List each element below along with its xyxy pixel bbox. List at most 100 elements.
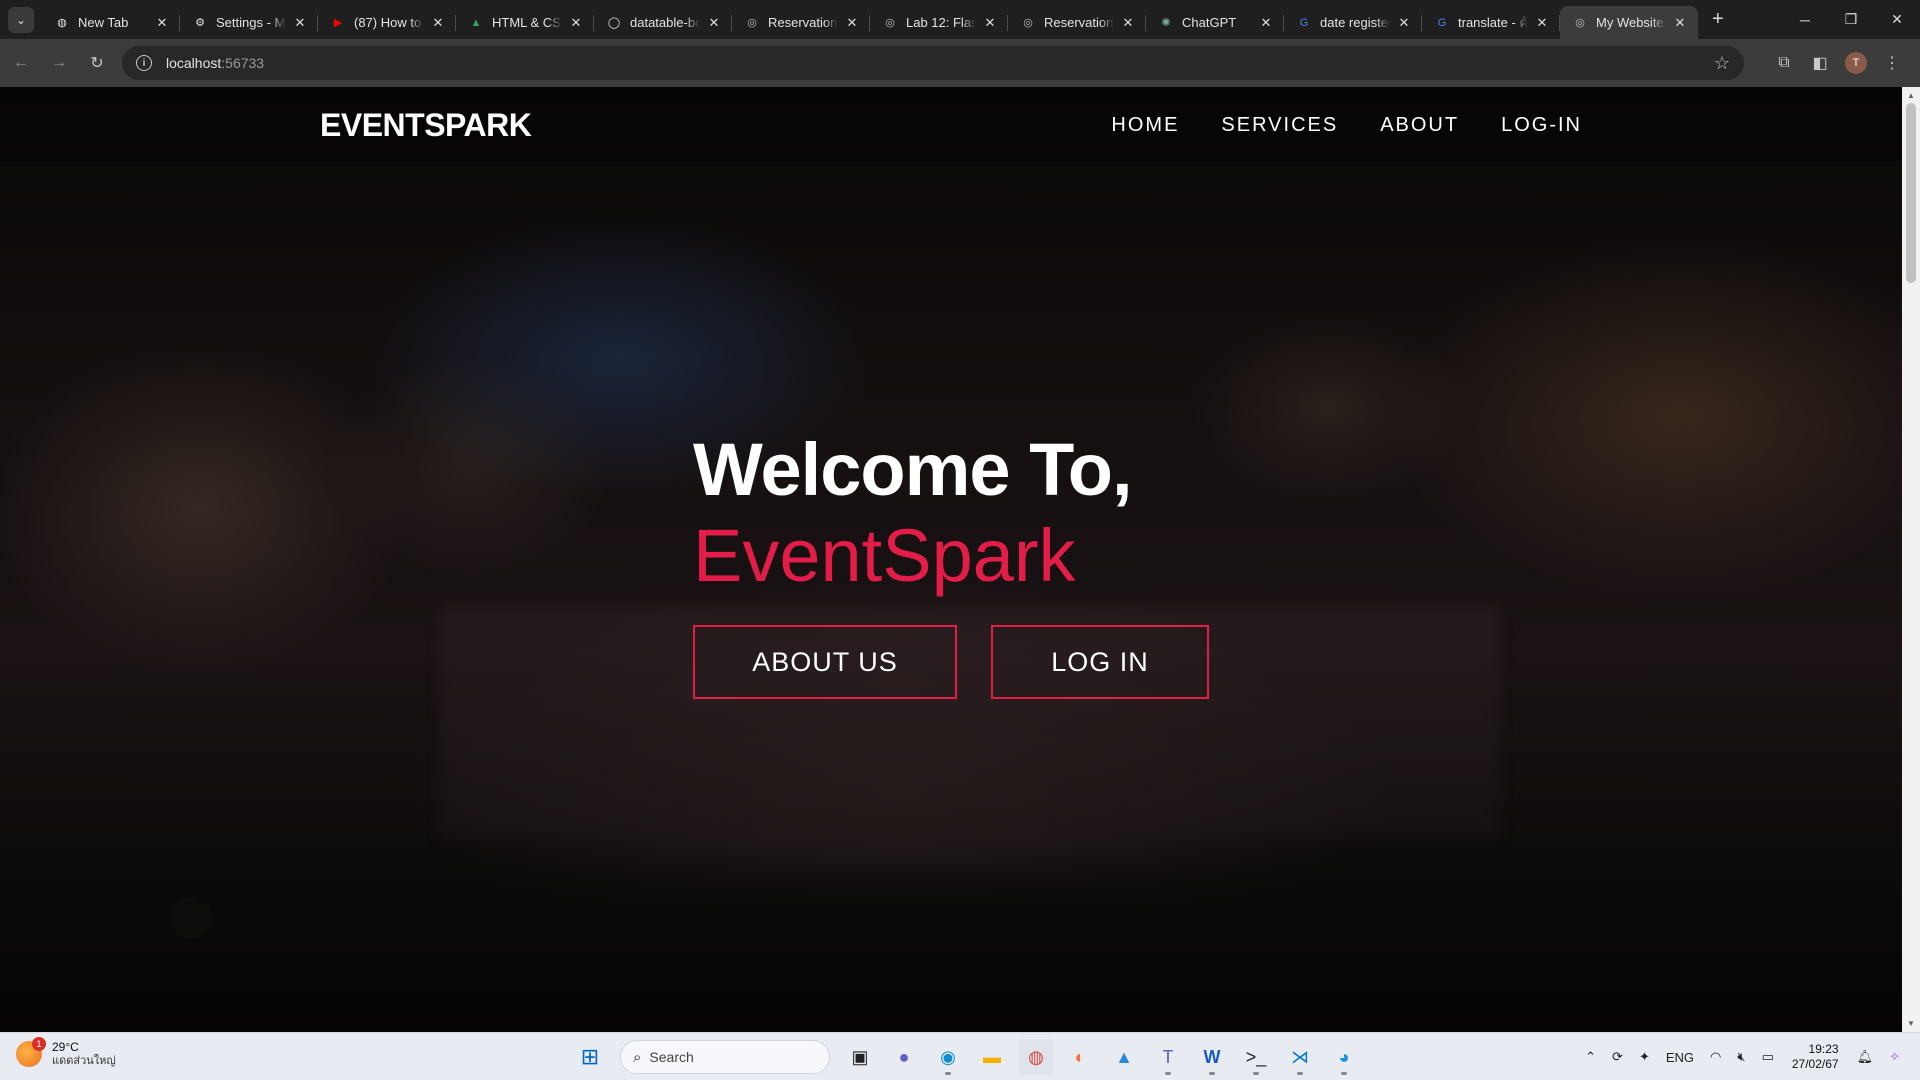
new-tab-button[interactable]: + <box>1712 8 1724 31</box>
about-us-button[interactable]: ABOUT US <box>693 625 957 699</box>
clock-time: 19:23 <box>1808 1042 1839 1056</box>
close-tab-icon[interactable]: ✕ <box>1396 15 1412 31</box>
browser-tab[interactable]: ⚙ Settings - Microsoft ✕ <box>180 6 318 39</box>
address-bar[interactable]: i localhost:56733 ☆ <box>122 46 1744 80</box>
close-tab-icon[interactable]: ✕ <box>1534 15 1550 31</box>
browser-tab[interactable]: ◎ Reservations ✕ <box>732 6 870 39</box>
globe-icon: ◎ <box>885 17 895 29</box>
word-icon[interactable]: W <box>1194 1039 1230 1075</box>
vscode-icon[interactable]: ⋊ <box>1282 1039 1318 1075</box>
photos-icon[interactable]: ▲ <box>1106 1039 1142 1075</box>
page-scrollbar[interactable]: ▲ ▼ <box>1902 87 1920 1032</box>
wifi-icon[interactable]: ◠ <box>1710 1049 1721 1065</box>
close-tab-icon[interactable]: ✕ <box>1258 15 1274 31</box>
back-button[interactable]: ← <box>4 46 38 80</box>
tab-search-menu-button[interactable]: ⌄ <box>8 6 34 33</box>
site-logo[interactable]: EVENTSPARK <box>320 107 532 144</box>
nav-services[interactable]: SERVICES <box>1221 114 1338 137</box>
url-text[interactable]: localhost:56733 <box>166 55 264 71</box>
teams-icon[interactable]: T <box>1150 1039 1186 1075</box>
close-tab-icon[interactable]: ✕ <box>982 15 998 31</box>
app-tray-icon[interactable]: ✦ <box>1639 1049 1650 1065</box>
edge-icon[interactable]: ◉ <box>930 1039 966 1075</box>
close-tab-icon[interactable]: ✕ <box>706 15 722 31</box>
docker-icon[interactable]: ◕ <box>1326 1039 1362 1075</box>
reload-button[interactable]: ↻ <box>80 46 114 80</box>
browser-tab[interactable]: ◎ Lab 12: Flask ✕ <box>870 6 1008 39</box>
tab-title: Settings - Microsoft <box>216 15 286 30</box>
browser-tab[interactable]: Gdate register ✕ <box>1284 6 1422 39</box>
terminal-icon[interactable]: >_ <box>1238 1039 1274 1075</box>
chrome-icon: ◍ <box>57 17 67 29</box>
close-tab-icon[interactable]: ✕ <box>430 15 446 31</box>
browser-tab[interactable]: Gtranslate - ค้นหา ✕ <box>1422 6 1560 39</box>
scroll-down-arrow-icon[interactable]: ▼ <box>1907 1019 1915 1028</box>
hero-buttons: ABOUT US LOG IN <box>693 625 1209 699</box>
volume-muted-icon[interactable]: 🔇︎ <box>1737 1049 1745 1065</box>
clock[interactable]: 19:23 27/02/67 <box>1792 1042 1839 1072</box>
close-tab-icon[interactable]: ✕ <box>154 15 170 31</box>
site-info-icon[interactable]: i <box>136 55 152 71</box>
windows-start-icon[interactable]: ⊞ <box>572 1039 608 1075</box>
crowd-background <box>0 842 1902 1032</box>
chrome-icon[interactable]: ◍ <box>1018 1039 1054 1075</box>
url-port: :56733 <box>221 55 265 71</box>
nav-about[interactable]: ABOUT <box>1380 114 1459 137</box>
close-tab-icon[interactable]: ✕ <box>1120 15 1136 31</box>
tab-title: HTML & CSS <box>492 15 562 30</box>
forward-button[interactable]: → <box>42 46 76 80</box>
notifications-bell-icon[interactable]: 🔔︎ <box>1857 1049 1874 1065</box>
notification-badge: 1 <box>32 1037 46 1051</box>
globe-icon: ◎ <box>1575 17 1585 29</box>
nav-home[interactable]: HOME <box>1111 114 1179 137</box>
scroll-up-arrow-icon[interactable]: ▲ <box>1907 91 1915 100</box>
taskbar-search[interactable]: ⌕ Search <box>620 1040 830 1074</box>
browser-tab[interactable]: ✺ ChatGPT ✕ <box>1146 6 1284 39</box>
browser-tab[interactable]: ◍ New Tab ✕ <box>42 6 180 39</box>
battery-icon[interactable]: ▭ <box>1762 1049 1774 1065</box>
profile-avatar[interactable]: T <box>1845 52 1867 74</box>
youtube-icon: ▶ <box>333 17 343 29</box>
browser-tab[interactable]: ▲ HTML & CSS ✕ <box>456 6 594 39</box>
close-tab-icon[interactable]: ✕ <box>568 15 584 31</box>
close-window-button[interactable]: ✕ <box>1874 0 1920 39</box>
language-indicator[interactable]: ENG <box>1666 1050 1694 1065</box>
sync-icon[interactable]: ⟳ <box>1612 1049 1623 1065</box>
copilot-icon[interactable]: ✧ <box>1889 1049 1900 1065</box>
meet-icon[interactable]: ● <box>886 1039 922 1075</box>
browser-tab[interactable]: ◯ datatable-bootstrap ✕ <box>594 6 732 39</box>
extensions-icon[interactable]: ⧉ <box>1766 54 1802 72</box>
tab-title: New Tab <box>78 15 129 30</box>
tab-title: Reservations <box>1044 15 1114 30</box>
google-icon: G <box>1299 16 1309 29</box>
browser-tab[interactable]: ▶ (87) How to create ✕ <box>318 6 456 39</box>
minimize-button[interactable]: ─ <box>1782 0 1828 39</box>
close-tab-icon[interactable]: ✕ <box>844 15 860 31</box>
system-tray: ⌃ ⟳ ✦ ENG ◠ 🔇︎ ▭ 19:23 27/02/67 🔔︎ ✧ <box>1577 1039 1908 1075</box>
browser-tab-bar: ⌄ ◍ New Tab ✕ ⚙ Settings - Microsoft ✕ ▶ (87) H… <box>0 0 1920 39</box>
chevron-up-icon[interactable]: ⌃ <box>1585 1049 1596 1065</box>
taskbar-apps: ⊞ ⌕ Search ▣ ● ◉ ▬ ◍ ◐ ▲ T W >_ ⋊ ◕ <box>568 1039 1366 1075</box>
login-button[interactable]: LOG IN <box>991 625 1209 699</box>
firefox-icon[interactable]: ◐ <box>1062 1039 1098 1075</box>
close-tab-icon[interactable]: ✕ <box>1672 15 1688 31</box>
bookmark-star-icon[interactable]: ☆ <box>1714 53 1730 74</box>
tab-title: My Website <box>1596 15 1664 30</box>
tab-strip: ◍ New Tab ✕ ⚙ Settings - Microsoft ✕ ▶ (87) How… <box>42 0 1698 39</box>
weather-temp: 29°C <box>52 1040 79 1054</box>
restore-button[interactable]: ❐ <box>1828 0 1874 39</box>
nav-login[interactable]: LOG-IN <box>1501 114 1582 137</box>
tab-title: (87) How to create <box>354 15 424 30</box>
scrollbar-thumb[interactable] <box>1906 103 1916 283</box>
arrow-right-icon: → <box>51 54 67 71</box>
browser-tab[interactable]: ◎ Reservations ✕ <box>1008 6 1146 39</box>
weather-widget[interactable]: 1 29°C แดดส่วนใหญ่ <box>16 1037 116 1068</box>
more-menu-icon[interactable]: ⋮ <box>1874 53 1910 73</box>
task-view-icon[interactable]: ▣ <box>842 1039 878 1075</box>
windows-taskbar: 1 29°C แดดส่วนใหญ่ ⊞ ⌕ Search ▣ ● ◉ ▬ ◍ … <box>0 1032 1920 1080</box>
close-tab-icon[interactable]: ✕ <box>292 15 308 31</box>
file-explorer-icon[interactable]: ▬ <box>974 1039 1010 1075</box>
side-panel-icon[interactable]: ◧ <box>1802 53 1838 73</box>
site-navbar: EVENTSPARK HOME SERVICES ABOUT LOG-IN <box>0 87 1902 162</box>
browser-tab[interactable]: ◎ My Website ✕ <box>1560 6 1698 39</box>
